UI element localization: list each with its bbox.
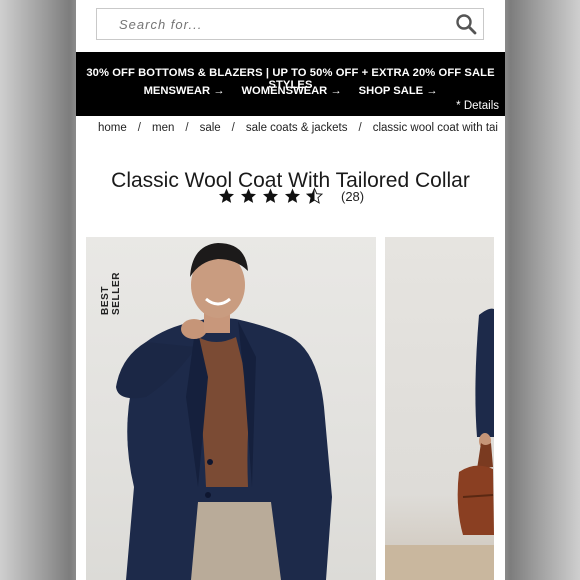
breadcrumb-home[interactable]: home (98, 122, 127, 134)
star-icon (285, 188, 300, 203)
product-image-main[interactable]: BEST SELLER (86, 237, 376, 580)
breadcrumb-separator: / (231, 122, 235, 134)
breadcrumb-men[interactable]: men (152, 122, 174, 134)
search-icon[interactable] (455, 13, 477, 35)
search-input[interactable] (117, 16, 421, 33)
breadcrumb-sale-coats-jackets[interactable]: sale coats & jackets (246, 122, 348, 134)
search-bar[interactable] (96, 8, 484, 40)
rating[interactable]: (28) (217, 186, 364, 206)
details-link[interactable]: * Details (456, 100, 499, 112)
breadcrumb: home / men / sale / sale coats & jackets / class… (98, 122, 498, 134)
product-page: 30% OFF BOTTOMS & BLAZERS | UP TO 50% OF… (76, 0, 505, 580)
star-icon (219, 188, 234, 203)
breadcrumb-sale[interactable]: sale (200, 122, 221, 134)
breadcrumb-separator: / (137, 122, 141, 134)
breadcrumb-separator: / (358, 122, 362, 134)
best-seller-badge: BEST SELLER (100, 271, 122, 315)
promo-banner: 30% OFF BOTTOMS & BLAZERS | UP TO 50% OF… (76, 52, 505, 116)
model-photo-secondary (385, 308, 494, 580)
model-photo (116, 243, 332, 580)
breadcrumb-current: classic wool coat with tai (372, 122, 498, 134)
promo-links: MENSWEAR → WOMENSWEAR → SHOP SALE → (76, 85, 505, 97)
womenswear-link[interactable]: WOMENSWEAR → (242, 85, 342, 97)
product-image-secondary[interactable] (385, 237, 494, 580)
star-icon (241, 188, 256, 203)
breadcrumb-separator: / (185, 122, 189, 134)
half-star-icon (305, 187, 324, 204)
star-icon (263, 188, 278, 203)
shop-sale-link[interactable]: SHOP SALE → (359, 85, 438, 97)
review-count[interactable]: (28) (341, 189, 364, 204)
menswear-link[interactable]: MENSWEAR → (144, 85, 225, 97)
